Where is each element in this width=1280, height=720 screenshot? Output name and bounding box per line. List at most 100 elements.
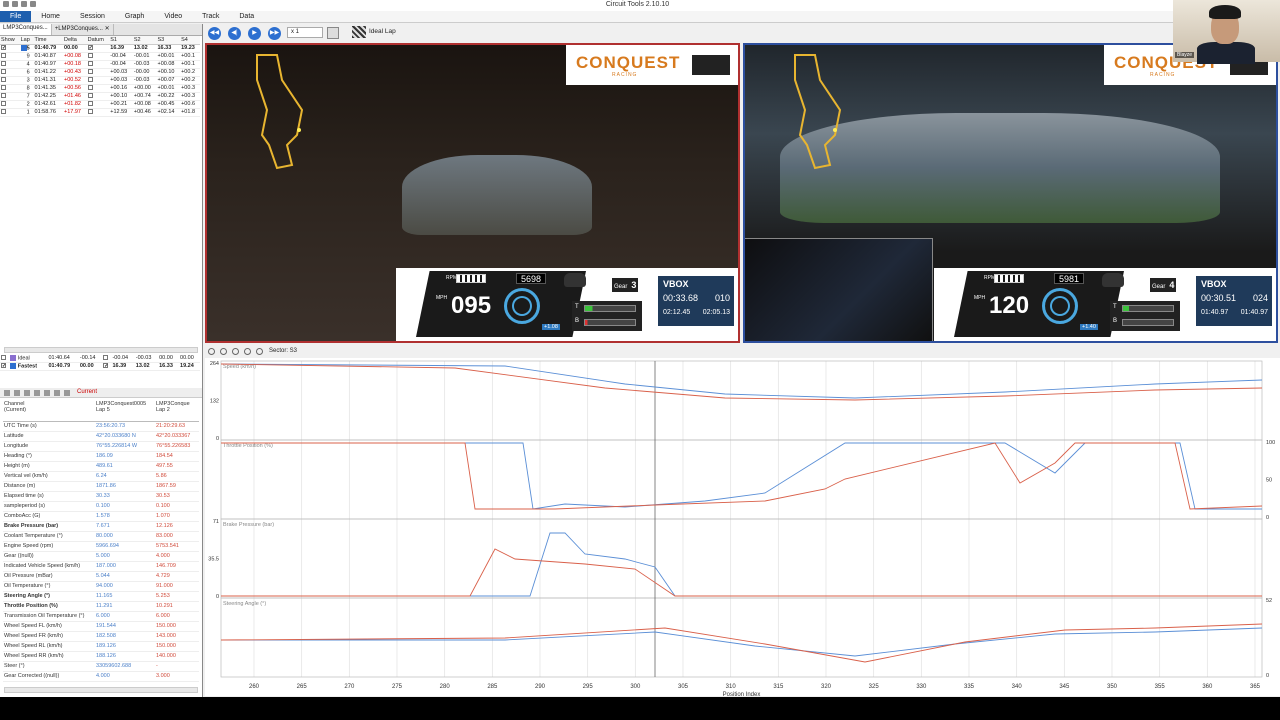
channel-row[interactable]: ComboAcc (G) 1.578 1.070	[3, 511, 199, 522]
col-s3[interactable]: S3	[156, 36, 181, 45]
forward-arrow-icon[interactable]	[220, 348, 227, 355]
channel-row[interactable]: Transmission Oil Temperature (°) 6.000 6…	[3, 611, 199, 622]
col-lap[interactable]: Lap	[19, 36, 34, 45]
channel-row[interactable]: Distance (m) 1871.86 1867.59	[3, 481, 199, 492]
menu-video[interactable]: Video	[154, 11, 192, 22]
channel-row[interactable]: Steering Angle (°) 11.165 5.253	[3, 591, 199, 602]
col-s4[interactable]: S4	[180, 36, 200, 45]
lap-table-scrollbar[interactable]	[4, 347, 198, 353]
ideal-lap-flag-icon[interactable]	[352, 26, 366, 38]
col-s2[interactable]: S2	[132, 36, 157, 45]
menu-data[interactable]: Data	[229, 11, 264, 22]
cursor-mode-button[interactable]	[327, 27, 339, 39]
video-right[interactable]: CONQUEST RACING RPM 5981 MPH 120 +1.40 G…	[743, 43, 1278, 343]
export-icon[interactable]	[44, 390, 50, 396]
show-lap-checkbox[interactable]	[1, 93, 6, 99]
channel-row[interactable]: Wheel Speed FR (km/h) 182.508 143.000	[3, 631, 199, 642]
zoom-out-icon[interactable]	[244, 348, 251, 355]
menu-session[interactable]: Session	[70, 11, 115, 22]
current-label[interactable]: Current	[77, 389, 97, 395]
datum-checkbox[interactable]	[87, 61, 93, 67]
datum-checkbox[interactable]	[87, 45, 93, 51]
datum-checkbox[interactable]	[87, 101, 93, 107]
col-time[interactable]: Time	[33, 36, 64, 45]
doc-tab-1[interactable]: LMP3Conques...	[0, 24, 52, 35]
back-arrow-icon[interactable]	[208, 348, 215, 355]
zoom-icon[interactable]	[34, 390, 40, 396]
summary-checkbox[interactable]	[1, 354, 6, 360]
play-button[interactable]: ▶	[248, 27, 261, 40]
datum-checkbox[interactable]	[87, 53, 93, 59]
channel-row[interactable]: sampleperiod (s) 0.100 0.100	[3, 501, 199, 512]
fast-forward-button[interactable]: ▶▶	[268, 27, 281, 40]
channel-row[interactable]: Gear ((null)) 5.000 4.000	[3, 551, 199, 562]
lap-row[interactable]: 7 01:42.25 +01.46 +00.10 +00.74 +00.22 +00.3	[0, 92, 200, 101]
settings-icon[interactable]	[54, 390, 60, 396]
channel-icon[interactable]	[64, 390, 70, 396]
show-lap-checkbox[interactable]	[1, 85, 6, 91]
doc-tab-2[interactable]: +LMP3Conques... ✕	[52, 24, 114, 35]
datum-checkbox[interactable]	[103, 354, 109, 360]
channel-row[interactable]: Wheel Speed RL (km/h) 189.126 150.000	[3, 641, 199, 652]
datum-checkbox[interactable]	[87, 93, 93, 99]
channel-row[interactable]: Engine Speed (rpm) 5966.694 5753.541	[3, 541, 199, 552]
channel-row[interactable]: Heading (°) 186.09 184.54	[3, 451, 199, 462]
channel-row[interactable]: Latitude 42°20.033680 N 42°20.033367	[3, 431, 199, 442]
show-lap-checkbox[interactable]	[1, 53, 6, 59]
video-left[interactable]: CONQUEST RACING RPM 5698 MPH 095 +1.08 G…	[205, 43, 740, 343]
col-show[interactable]: Show	[0, 36, 20, 45]
channel-row[interactable]: Steer (°) 33059602.688 -	[3, 661, 199, 672]
lap-row[interactable]: 1 01:58.76 +17.97 +12.59 +00.46 +02.14 +01.8	[0, 108, 200, 117]
lap-row[interactable]: 2 01:42.61 +01.82 +00.21 +00.08 +00.45 +00.6	[0, 100, 200, 109]
datum-checkbox[interactable]	[87, 109, 93, 115]
telemetry-graph-svg[interactable]: 260 265 270 275 280 285 290 295 300 305 310 315 320 3…	[205, 358, 1280, 696]
datum-checkbox[interactable]	[87, 77, 93, 83]
lap-summary-row[interactable]: Ideal 01:40.64 -00.14 -00.04 -00.03 00.0…	[0, 354, 200, 363]
lap-row[interactable]: 3 01:41.31 +00.52 +00.03 -00.03 +00.07 +00.2	[0, 76, 200, 85]
menu-file[interactable]: File	[0, 11, 32, 22]
channel-row[interactable]: Brake Pressure (bar) 7.671 12.126	[3, 521, 199, 532]
redo-icon[interactable]	[14, 390, 20, 396]
col-datum[interactable]: Datum	[86, 36, 110, 45]
lap-row[interactable]: 6 01:41.22 +00.43 +00.03 -00.00 +00.10 +00.2	[0, 68, 200, 77]
channel-row[interactable]: Height (m) 489.61 497.55	[3, 461, 199, 472]
lap-color-swatch[interactable]	[10, 362, 17, 369]
summary-checkbox[interactable]	[1, 363, 6, 369]
datum-checkbox[interactable]	[87, 69, 93, 75]
show-lap-checkbox[interactable]	[1, 61, 6, 67]
undo-icon[interactable]	[4, 390, 10, 396]
show-lap-checkbox[interactable]	[1, 45, 6, 51]
rear-camera-inset[interactable]	[745, 238, 933, 341]
filter-icon[interactable]	[24, 390, 30, 396]
channel-row[interactable]: Elapsed time (s) 30.33 30.53	[3, 491, 199, 502]
datum-checkbox[interactable]	[87, 85, 93, 91]
lap-color-swatch[interactable]	[10, 354, 17, 361]
datum-checkbox[interactable]	[103, 363, 109, 369]
step-back-button[interactable]: ◀|	[228, 27, 241, 40]
channel-row[interactable]: Indicated Vehicle Speed (km/h) 187.000 1…	[3, 561, 199, 572]
col-s1[interactable]: S1	[109, 36, 133, 45]
lap-summary-row[interactable]: Fastest 01:40.79 00.00 16.39 13.02 16.33…	[0, 362, 200, 371]
close-icon[interactable]: ✕	[105, 26, 110, 32]
channel-row[interactable]: Wheel Speed FL (km/h) 191.544 150.000	[3, 621, 199, 632]
show-lap-checkbox[interactable]	[1, 109, 6, 115]
menu-home[interactable]: Home	[31, 11, 70, 22]
lap-row[interactable]: 4 01:40.97 +00.18 -00.04 -00.03 +00.08 +00.1	[0, 60, 200, 69]
menu-graph[interactable]: Graph	[115, 11, 154, 22]
rewind-button[interactable]: ◀◀	[208, 27, 221, 40]
search-icon[interactable]	[256, 348, 263, 355]
lap-row[interactable]: 8 01:41.35 +00.56 +00.16 +00.00 +00.01 +00.3	[0, 84, 200, 93]
channel-row[interactable]: Wheel Speed RR (km/h) 188.126 140.000	[3, 651, 199, 662]
col-delta[interactable]: Delta	[63, 36, 87, 45]
channel-row[interactable]: Gear Corrected ((null)) 4.000 3.000	[3, 671, 199, 682]
channel-row[interactable]: Throttle Position (%) 11.291 10.291	[3, 601, 199, 612]
show-lap-checkbox[interactable]	[1, 69, 6, 75]
zoom-in-icon[interactable]	[232, 348, 239, 355]
show-lap-checkbox[interactable]	[1, 101, 6, 107]
menu-track[interactable]: Track	[192, 11, 229, 22]
lap-row[interactable]: 9 01:40.87 +00.08 -00.04 -00.01 +00.01 +00.1	[0, 52, 200, 61]
channel-row[interactable]: Oil Temperature (°) 94.000 91.000	[3, 581, 199, 592]
telemetry-graph[interactable]: 260 265 270 275 280 285 290 295 300 305 310 315 320 3…	[205, 358, 1280, 696]
lap-row[interactable]: 5 01:40.79 00.00 16.39 13.02 16.33 19.23	[0, 44, 200, 53]
channel-row[interactable]: Coolant Temperature (°) 80.000 83.000	[3, 531, 199, 542]
